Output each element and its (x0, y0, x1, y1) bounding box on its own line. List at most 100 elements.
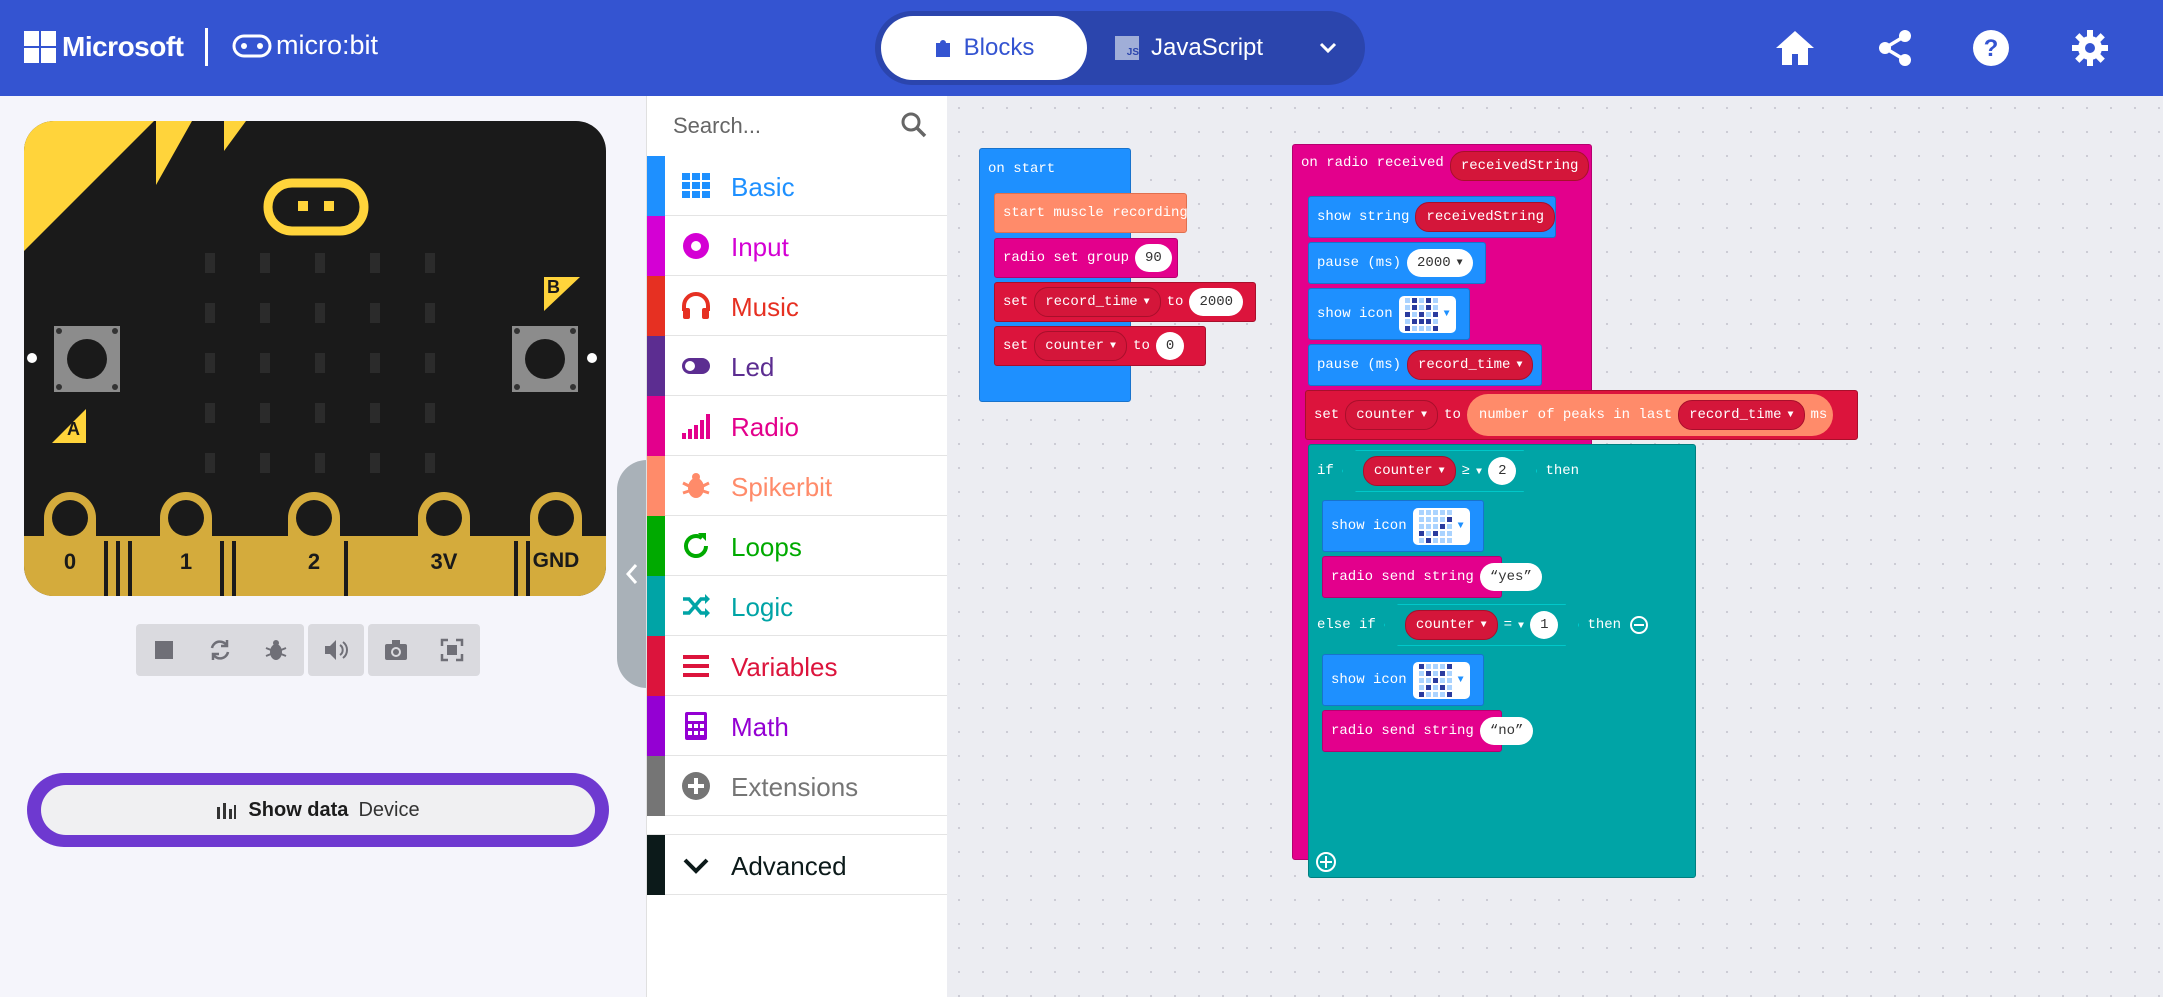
show-string-block[interactable]: show string receivedString (1308, 196, 1556, 238)
show-icon-block-2[interactable]: show icon ▼ (1322, 500, 1484, 552)
pause-value-dropdown[interactable]: 2000 ▼ (1407, 249, 1473, 277)
tab-javascript[interactable]: JS JavaScript (1115, 16, 1305, 80)
share-icon (1879, 30, 1911, 66)
pause-record-time-block[interactable]: pause (ms) record_time ▼ (1308, 344, 1542, 386)
shuffle-icon (683, 594, 710, 618)
received-string-var[interactable]: receivedString (1415, 202, 1556, 232)
category-advanced[interactable]: Advanced (647, 834, 947, 895)
show-icon-block-1[interactable]: show icon ▼ (1308, 288, 1470, 340)
home-button[interactable] (1773, 26, 1817, 70)
record-time-var-dropdown[interactable]: record_time ▼ (1407, 350, 1534, 380)
show-icon-label: show icon (1331, 672, 1407, 688)
debug-button[interactable] (248, 624, 304, 676)
counter-var-dropdown[interactable]: counter ▼ (1363, 456, 1456, 486)
var-name: counter (1373, 463, 1433, 479)
microbit-logo[interactable]: micro:bit (232, 30, 378, 61)
category-extensions[interactable]: Extensions (647, 756, 947, 816)
else-if-row: else if counter ▼ = ▼ 1 then (1309, 599, 1705, 651)
search-icon[interactable] (901, 112, 927, 138)
comparison-block[interactable]: counter ▼ = ▼ 1 (1384, 604, 1580, 646)
icon-picker[interactable]: ▼ (1398, 295, 1456, 333)
icon-picker[interactable]: ▼ (1412, 507, 1470, 545)
icon-picker[interactable]: ▼ (1412, 661, 1470, 699)
pin-2-label[interactable]: 2 (302, 549, 326, 575)
dropdown-arrow-icon: ▼ (1456, 257, 1463, 269)
category-variables[interactable]: Variables (647, 636, 947, 696)
set-counter-peaks-block[interactable]: set counter ▼ to number of peaks in last … (1305, 390, 1858, 440)
record-time-var-dropdown[interactable]: record_time ▼ (1678, 400, 1805, 430)
pin-0-label[interactable]: 0 (58, 549, 82, 575)
plus-circle-icon[interactable] (1315, 851, 1337, 873)
set-record-time-block[interactable]: set record_time ▼ to 2000 (994, 282, 1256, 322)
stop-button[interactable] (136, 624, 192, 676)
peaks-reporter-block[interactable]: number of peaks in last record_time ▼ ms (1466, 394, 1834, 436)
restart-button[interactable] (192, 624, 248, 676)
tab-blocks[interactable]: Blocks (881, 16, 1087, 80)
send-value-input[interactable]: “no” (1479, 717, 1534, 745)
operator-dropdown[interactable]: ≥ ▼ (1462, 463, 1482, 479)
then-keyword: then (1587, 617, 1622, 633)
group-value-input[interactable]: 90 (1135, 244, 1172, 272)
category-radio[interactable]: Radio (647, 396, 947, 456)
search-input[interactable] (671, 110, 895, 142)
signal-bars-icon (682, 414, 710, 439)
record-time-var-dropdown[interactable]: record_time ▼ (1034, 287, 1161, 317)
category-input[interactable]: Input (647, 216, 947, 276)
compare-value-input[interactable]: 1 (1530, 611, 1558, 639)
received-string-param[interactable]: receivedString (1449, 151, 1590, 181)
settings-button[interactable] (2068, 26, 2112, 70)
start-recording-block[interactable]: start muscle recording (994, 193, 1188, 233)
var-name: record_time (1418, 357, 1511, 373)
show-icon-block-3[interactable]: show icon ▼ (1322, 654, 1484, 706)
minus-circle-icon[interactable] (1629, 615, 1649, 635)
show-data-button[interactable]: Show data Device (27, 773, 609, 847)
category-spikerbit[interactable]: Spikerbit (647, 456, 947, 516)
else-if-keyword: else if (1317, 617, 1376, 633)
chevron-left-icon (625, 564, 638, 584)
category-label: Extensions (731, 772, 859, 802)
operator-dropdown[interactable]: = ▼ (1504, 617, 1524, 633)
category-label: Music (731, 292, 799, 322)
counter-var-dropdown[interactable]: counter ▼ (1405, 610, 1498, 640)
share-button[interactable] (1873, 26, 1917, 70)
counter-value-input[interactable]: 0 (1155, 332, 1185, 360)
var-name: counter (1415, 617, 1475, 633)
record-time-value-input[interactable]: 2000 (1189, 288, 1244, 316)
category-loops[interactable]: Loops (647, 516, 947, 576)
chevron-down-icon[interactable] (1315, 33, 1341, 63)
blocks-workspace[interactable]: on start start muscle recording radio se… (947, 96, 2163, 997)
category-led[interactable]: Led (647, 336, 947, 396)
counter-var-dropdown[interactable]: counter ▼ (1345, 400, 1439, 430)
var-name: counter (1356, 407, 1416, 423)
collapse-simulator-button[interactable] (617, 460, 647, 688)
comparison-block[interactable]: counter ▼ ≥ ▼ 2 (1342, 450, 1538, 492)
category-logic[interactable]: Logic (647, 576, 947, 636)
pin-1-label[interactable]: 1 (174, 549, 198, 575)
help-button[interactable]: ? (1969, 26, 2013, 70)
radio-set-group-block[interactable]: radio set group 90 (994, 238, 1178, 278)
pin-gnd-label[interactable]: GND (526, 549, 586, 573)
microsoft-logo[interactable]: Microsoft (24, 31, 184, 63)
category-basic[interactable]: Basic (647, 156, 947, 216)
radio-send-yes-block[interactable]: radio send string “yes” (1322, 556, 1542, 598)
fullscreen-icon (440, 638, 464, 662)
radio-send-no-block[interactable]: radio send string “no” (1322, 710, 1534, 752)
on-start-label: on start (988, 161, 1056, 177)
pin-3v-label[interactable]: 3V (418, 549, 470, 575)
microbit-simulator-board[interactable]: 0 1 2 3V GND A B (24, 121, 606, 596)
pause-2000-block[interactable]: pause (ms) 2000 ▼ (1308, 242, 1486, 284)
category-math[interactable]: Math (647, 696, 947, 756)
category-music[interactable]: Music (647, 276, 947, 336)
send-value-input[interactable]: “yes” (1479, 563, 1542, 591)
button-a-label: A (67, 419, 80, 439)
dropdown-arrow-icon: ▼ (1480, 619, 1487, 631)
fullscreen-button[interactable] (424, 624, 480, 676)
screenshot-button[interactable] (368, 624, 424, 676)
microbit-label: micro:bit (276, 30, 379, 60)
category-label: Spikerbit (731, 472, 833, 502)
category-color-bar (647, 835, 665, 895)
set-counter-block[interactable]: set counter ▼ to 0 (994, 326, 1206, 366)
mute-button[interactable] (308, 624, 364, 676)
counter-var-dropdown[interactable]: counter ▼ (1034, 331, 1128, 361)
compare-value-input[interactable]: 2 (1488, 457, 1516, 485)
